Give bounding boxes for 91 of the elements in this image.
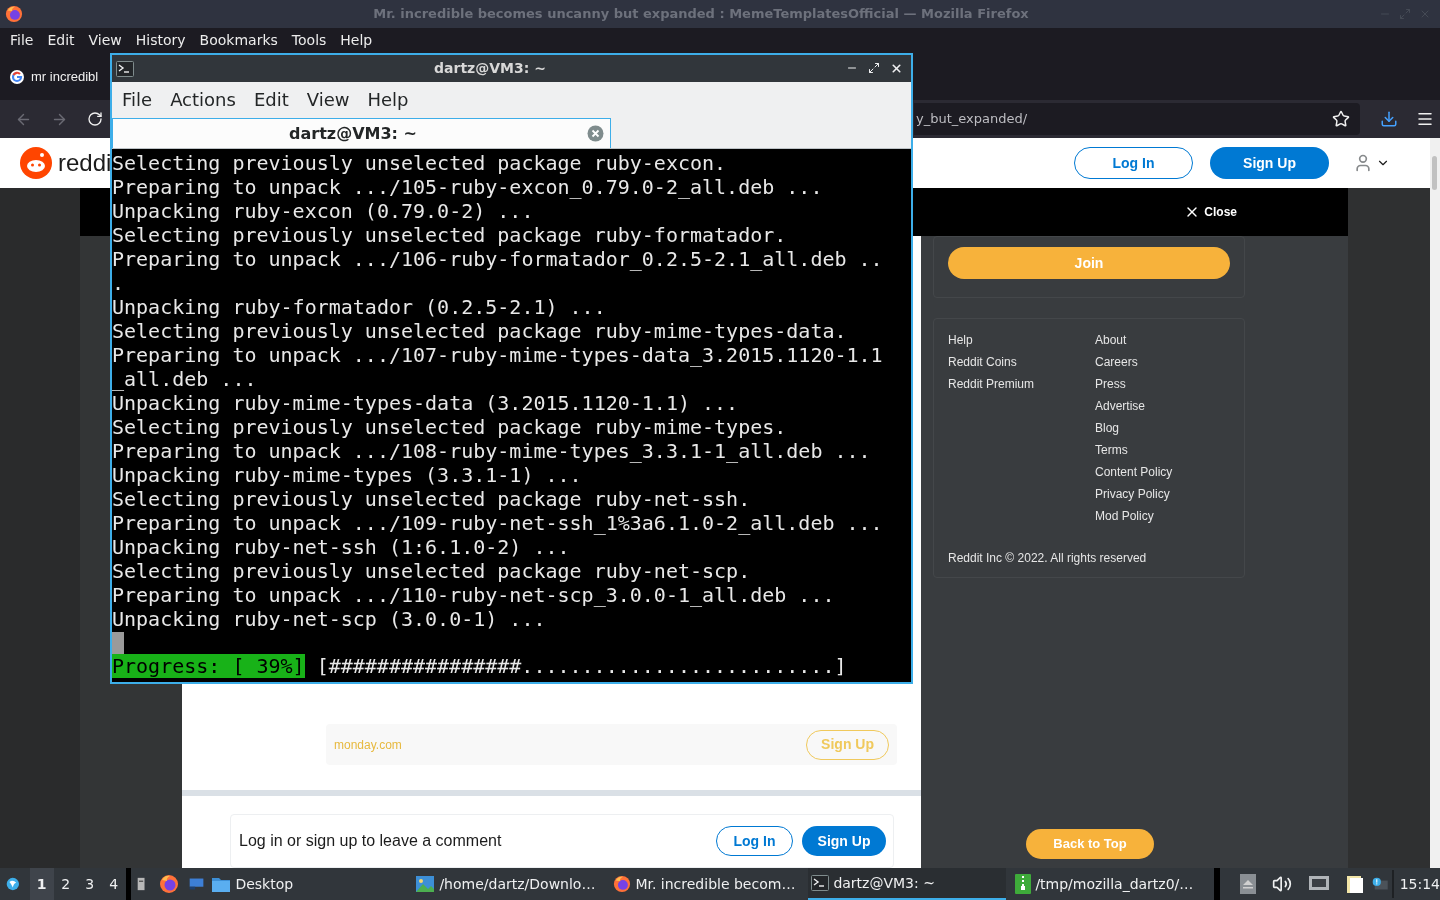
browser-logo-icon[interactable] — [159, 874, 180, 894]
footer-link[interactable]: Advertise — [1095, 395, 1173, 417]
close-button[interactable]: Close — [1184, 203, 1237, 221]
log-in-button[interactable]: Log In — [716, 826, 793, 856]
terminal-line: _all.deb ... — [112, 367, 257, 391]
terminal-line: Unpacking ruby-excon (0.79.0-2) ... — [112, 199, 534, 223]
log-in-button[interactable]: Log In — [1074, 147, 1193, 179]
terminal-line: Selecting previously unselected package ruby-mime-types. — [112, 415, 787, 439]
terminal-tab[interactable]: dartz@VM3: ~ — [112, 118, 611, 148]
terminal-line: Selecting previously unselected package ruby-net-scp. — [112, 559, 751, 583]
terminal-line: Selecting previously unselected package ruby-net-ssh. — [112, 487, 751, 511]
terminal-app-icon — [116, 60, 134, 77]
progress-bar-text: [################..........................] — [316, 654, 847, 678]
address-bar[interactable]: y_but_expanded/ — [914, 103, 1360, 135]
footer-link[interactable]: Mod Policy — [1095, 505, 1173, 527]
terminal-line: Preparing to unpack .../105-ruby-excon_0.79.0-2_all.deb ... — [112, 175, 823, 199]
footer-link[interactable]: Blog — [1095, 417, 1173, 439]
taskbar-task[interactable]: /home/dartz/Downlo… — [412, 868, 611, 900]
browser-logo-icon — [5, 5, 23, 23]
taskbar-task[interactable]: /tmp/mozilla_dartz0/… — [1012, 868, 1211, 900]
window-title: Mr. incredible becomes uncanny but expanded : MemeTemplatesOfficial — Mozilla Firefox — [372, 5, 1030, 24]
terminal-line: Unpacking ruby-net-ssh (1:6.1.0-2) ... — [112, 535, 570, 559]
menu-item[interactable]: View — [81, 30, 129, 51]
bookmark-star-icon[interactable] — [1332, 110, 1350, 128]
footer-link[interactable]: Press — [1095, 373, 1173, 395]
network-icon[interactable] — [1307, 875, 1330, 893]
terminal-line: Unpacking ruby-formatador (0.2.5-2.1) ... — [112, 295, 606, 319]
sign-up-button[interactable]: Sign Up — [1210, 147, 1329, 179]
terminal-line: Preparing to unpack .../109-ruby-net-ssh_1%3a6.1.0-2_all.deb ... — [112, 511, 883, 535]
download-icon[interactable] — [1380, 110, 1398, 128]
menu-item[interactable]: View — [297, 85, 359, 113]
eject-icon[interactable] — [1239, 874, 1256, 894]
terminal-window-title: dartz@VM3: ~ — [433, 59, 547, 78]
terminal-line: Preparing to unpack .../108-ruby-mime-types_3.3.1-1_all.deb ... — [112, 439, 871, 463]
footer-link[interactable]: Reddit Premium — [948, 373, 1095, 395]
workspace-button[interactable]: 1 — [29, 868, 54, 900]
terminal-line: Selecting previously unselected package ruby-mime-types-data. — [112, 319, 847, 343]
tab-close-icon[interactable] — [587, 125, 604, 142]
menu-item[interactable]: Edit — [244, 85, 298, 113]
menu-icon[interactable] — [1416, 110, 1434, 128]
footer-link[interactable]: About — [1095, 329, 1173, 351]
menu-item[interactable]: Help — [358, 85, 418, 113]
menu-item[interactable]: Tools — [284, 30, 334, 51]
folder-icon — [211, 875, 232, 893]
terminal-line: Selecting previously unselected package ruby-formatador. — [112, 223, 787, 247]
reload-icon[interactable] — [87, 111, 103, 127]
maximize-icon[interactable] — [868, 62, 880, 74]
menu-item[interactable]: Help — [333, 30, 380, 51]
footer-link[interactable]: Terms — [1095, 439, 1173, 461]
terminal-line: Unpacking ruby-net-scp (3.0.0-1) ... — [112, 607, 546, 631]
taskbar-task[interactable]: Desktop — [208, 868, 407, 900]
footer-link[interactable]: Careers — [1095, 351, 1173, 373]
terminal-line: . — [112, 271, 125, 295]
tab-title[interactable]: mr incredibl — [31, 66, 99, 87]
reddit-logo-icon — [20, 147, 52, 179]
menu-item[interactable]: Edit — [40, 30, 82, 51]
browser-logo-icon — [613, 875, 632, 893]
menu-item[interactable]: History — [128, 30, 193, 51]
sign-up-button[interactable]: Sign Up — [802, 826, 886, 856]
footer-link[interactable]: Help — [948, 329, 1095, 351]
taskbar-task[interactable]: dartz@VM3: ~ — [808, 868, 1007, 900]
volume-icon[interactable] — [1271, 874, 1292, 894]
footer-link[interactable]: Privacy Policy — [1095, 483, 1173, 505]
close-icon[interactable] — [890, 62, 903, 75]
copyright-text: Reddit Inc © 2022. All rights reserved — [948, 550, 1148, 567]
clipboard-icon[interactable] — [1345, 874, 1364, 894]
terminal-line: Preparing to unpack .../107-ruby-mime-types-data_3.2015.1120-1.1 — [112, 343, 883, 367]
google-logo-icon — [9, 68, 25, 85]
terminal-cursor — [112, 632, 124, 654]
terminal-line: Selecting previously unselected package ruby-excon. — [112, 151, 727, 175]
footer-link[interactable]: Content Policy — [1095, 461, 1173, 483]
clock: 15:14 — [1399, 874, 1440, 894]
terminal-line: Preparing to unpack .../106-ruby-formatador_0.2.5-2.1_all.deb .. — [112, 247, 883, 271]
comment-prompt: Log in or sign up to leave a comment — [239, 831, 503, 851]
workspace-button[interactable]: 4 — [101, 868, 126, 900]
site-logo-text: reddi — [58, 148, 112, 178]
workspace-button[interactable]: 3 — [77, 868, 102, 900]
archive-icon — [1015, 874, 1032, 894]
taskbar-task[interactable]: Mr. incredible becom… — [610, 868, 809, 900]
terminal-icon — [811, 875, 830, 891]
footer-link[interactable]: Reddit Coins — [948, 351, 1095, 373]
progress-label: Progress: [ 39%] — [112, 654, 305, 678]
menu-item[interactable]: Actions — [161, 85, 245, 113]
terminal-line: Unpacking ruby-mime-types (3.3.1-1) ... — [112, 463, 582, 487]
image-icon — [415, 875, 436, 893]
terminal-line: Preparing to unpack .../110-ruby-net-scp_3.0.0-1_all.deb ... — [112, 583, 835, 607]
menu-item[interactable]: File — [3, 30, 41, 51]
menu-item[interactable]: Bookmarks — [192, 30, 285, 51]
menu-item[interactable]: File — [113, 85, 162, 113]
terminal-line: Unpacking ruby-mime-types-data (3.2015.1120-1.1) ... — [112, 391, 739, 415]
workspace-button[interactable]: 2 — [53, 868, 78, 900]
